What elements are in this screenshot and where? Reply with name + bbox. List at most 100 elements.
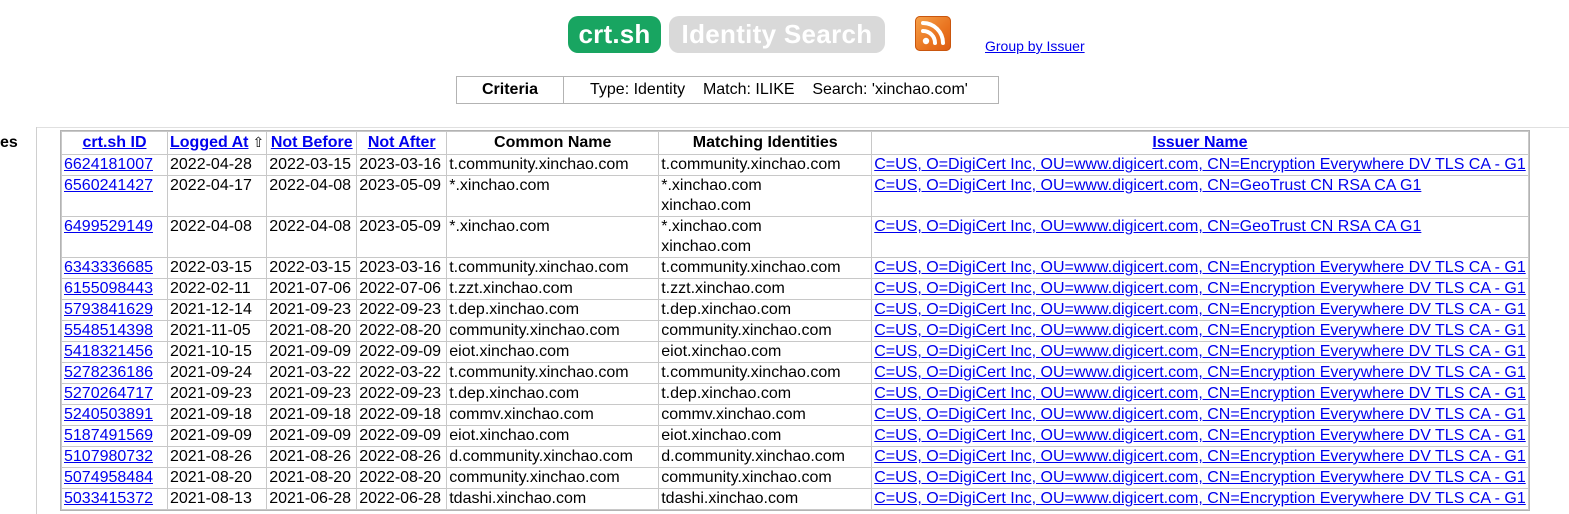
certificate-id-link[interactable]: 5107980732 xyxy=(64,448,153,465)
cell-logged-at: 2022-04-17 xyxy=(166,175,268,217)
certificate-id-link[interactable]: 6155098443 xyxy=(64,280,153,297)
matching-identity: eiot.xinchao.com xyxy=(661,427,782,444)
cell-crtsh-id: 5793841629 xyxy=(61,299,168,321)
cell-issuer-name: C=US, O=DigiCert Inc, OU=www.digicert.co… xyxy=(871,257,1529,279)
cell-crtsh-id: 5033415372 xyxy=(61,488,168,510)
certificate-id-link[interactable]: 5240503891 xyxy=(64,406,153,423)
issuer-link[interactable]: C=US, O=DigiCert Inc, OU=www.digicert.co… xyxy=(874,364,1525,381)
table-header-row: crt.sh ID Logged At ⇧ Not Before Not Afte… xyxy=(61,131,1529,155)
cell-logged-at: 2022-02-11 xyxy=(166,278,268,300)
cell-matching-identities: t.community.xinchao.com xyxy=(658,154,873,176)
cell-not-before: 2022-03-15 xyxy=(266,257,358,279)
cell-crtsh-id: 6560241427 xyxy=(61,175,168,217)
cell-not-after: 2022-03-22 xyxy=(356,362,448,384)
issuer-link[interactable]: C=US, O=DigiCert Inc, OU=www.digicert.co… xyxy=(874,301,1525,318)
issuer-link[interactable]: C=US, O=DigiCert Inc, OU=www.digicert.co… xyxy=(874,322,1525,339)
sort-by-issuer-link[interactable]: Issuer Name xyxy=(1152,134,1247,151)
cell-crtsh-id: 5240503891 xyxy=(61,404,168,426)
certificate-id-link[interactable]: 5548514398 xyxy=(64,322,153,339)
cell-not-before: 2021-09-23 xyxy=(266,299,358,321)
issuer-link[interactable]: C=US, O=DigiCert Inc, OU=www.digicert.co… xyxy=(874,385,1525,402)
certificate-id-link[interactable]: 5278236186 xyxy=(64,364,153,381)
cell-logged-at: 2021-10-15 xyxy=(166,341,268,363)
sort-by-id-link[interactable]: crt.sh ID xyxy=(82,134,146,151)
issuer-link[interactable]: C=US, O=DigiCert Inc, OU=www.digicert.co… xyxy=(874,177,1421,194)
issuer-link[interactable]: C=US, O=DigiCert Inc, OU=www.digicert.co… xyxy=(874,448,1525,465)
cell-common-name: *.xinchao.com xyxy=(446,216,660,258)
cell-not-after: 2022-08-26 xyxy=(356,446,448,468)
cell-logged-at: 2021-09-18 xyxy=(166,404,268,426)
issuer-link[interactable]: C=US, O=DigiCert Inc, OU=www.digicert.co… xyxy=(874,280,1525,297)
cell-not-before: 2021-09-23 xyxy=(266,383,358,405)
certificate-id-link[interactable]: 6343336685 xyxy=(64,259,153,276)
certificate-id-link[interactable]: 5074958484 xyxy=(64,469,153,486)
cell-matching-identities: tdashi.xinchao.com xyxy=(658,488,873,510)
sort-by-not-after-link[interactable]: Not After xyxy=(368,134,436,151)
cell-matching-identities: t.community.xinchao.com xyxy=(658,362,873,384)
crtsh-page: crt.sh Identity Search Group by Issuer C… xyxy=(0,0,1569,514)
cell-crtsh-id: 6499529149 xyxy=(61,216,168,258)
cell-matching-identities: community.xinchao.com xyxy=(658,320,873,342)
cell-not-after: 2022-07-06 xyxy=(356,278,448,300)
table-row: 5418321456 2021-10-15 2021-09-09 2022-09-09… xyxy=(61,341,1529,363)
certificate-id-link[interactable]: 5033415372 xyxy=(64,490,153,507)
table-row: 6155098443 2022-02-11 2021-07-06 2022-07-06… xyxy=(61,278,1529,300)
cell-common-name: commv.xinchao.com xyxy=(446,404,660,426)
cell-crtsh-id: 5418321456 xyxy=(61,341,168,363)
cell-issuer-name: C=US, O=DigiCert Inc, OU=www.digicert.co… xyxy=(871,362,1529,384)
issuer-link[interactable]: C=US, O=DigiCert Inc, OU=www.digicert.co… xyxy=(874,427,1525,444)
table-row: 5548514398 2021-11-05 2021-08-20 2022-08-20… xyxy=(61,320,1529,342)
cell-not-before: 2022-04-08 xyxy=(266,175,358,217)
certificate-id-link[interactable]: 6499529149 xyxy=(64,218,153,235)
cell-matching-identities: commv.xinchao.com xyxy=(658,404,873,426)
cell-issuer-name: C=US, O=DigiCert Inc, OU=www.digicert.co… xyxy=(871,175,1529,217)
header-not-before: Not Before xyxy=(266,131,358,155)
page-subtitle: Identity Search xyxy=(669,16,885,53)
cell-not-after: 2022-08-20 xyxy=(356,320,448,342)
header-logged-at: Logged At ⇧ xyxy=(166,131,268,155)
crtsh-home-logo[interactable]: crt.sh xyxy=(568,16,661,53)
cell-common-name: eiot.xinchao.com xyxy=(446,341,660,363)
group-by-issuer-link[interactable]: Group by Issuer xyxy=(985,38,1085,54)
issuer-link[interactable]: C=US, O=DigiCert Inc, OU=www.digicert.co… xyxy=(874,218,1421,235)
sort-by-not-before-link[interactable]: Not Before xyxy=(271,134,353,151)
certificate-id-link[interactable]: 5187491569 xyxy=(64,427,153,444)
cell-logged-at: 2022-04-08 xyxy=(166,216,268,258)
certificate-id-link[interactable]: 5793841629 xyxy=(64,301,153,318)
matching-identity: community.xinchao.com xyxy=(661,322,832,339)
criteria-text: Type: Identity Match: ILIKE Search: 'xin… xyxy=(590,81,968,98)
sort-by-logged-at-link[interactable]: Logged At xyxy=(170,134,249,151)
certificate-id-link[interactable]: 6624181007 xyxy=(64,156,153,173)
cell-matching-identities: eiot.xinchao.com xyxy=(658,341,873,363)
certificate-id-link[interactable]: 5270264717 xyxy=(64,385,153,402)
issuer-link[interactable]: C=US, O=DigiCert Inc, OU=www.digicert.co… xyxy=(874,469,1525,486)
table-row: 6343336685 2022-03-15 2022-03-15 2023-03-16… xyxy=(61,257,1529,279)
table-row: 5074958484 2021-08-20 2021-08-20 2022-08-20… xyxy=(61,467,1529,489)
cell-not-after: 2022-09-23 xyxy=(356,299,448,321)
cell-common-name: t.dep.xinchao.com xyxy=(446,383,660,405)
cell-common-name: d.community.xinchao.com xyxy=(446,446,660,468)
column-divider xyxy=(36,127,37,514)
rss-feed-icon[interactable] xyxy=(915,16,951,51)
cell-matching-identities: t.zzt.xinchao.com xyxy=(658,278,873,300)
cell-logged-at: 2021-12-14 xyxy=(166,299,268,321)
matching-identity: community.xinchao.com xyxy=(661,469,832,486)
issuer-link[interactable]: C=US, O=DigiCert Inc, OU=www.digicert.co… xyxy=(874,406,1525,423)
matching-identity: t.community.xinchao.com xyxy=(661,364,841,381)
cell-crtsh-id: 5187491569 xyxy=(61,425,168,447)
cell-not-after: 2022-06-28 xyxy=(356,488,448,510)
cell-matching-identities: t.community.xinchao.com xyxy=(658,257,873,279)
issuer-link[interactable]: C=US, O=DigiCert Inc, OU=www.digicert.co… xyxy=(874,156,1525,173)
issuer-link[interactable]: C=US, O=DigiCert Inc, OU=www.digicert.co… xyxy=(874,343,1525,360)
matching-identity: t.dep.xinchao.com xyxy=(661,385,792,402)
cell-common-name: t.zzt.xinchao.com xyxy=(446,278,660,300)
cell-matching-identities: community.xinchao.com xyxy=(658,467,873,489)
certificate-id-link[interactable]: 5418321456 xyxy=(64,343,153,360)
certificate-id-link[interactable]: 6560241427 xyxy=(64,177,153,194)
issuer-link[interactable]: C=US, O=DigiCert Inc, OU=www.digicert.co… xyxy=(874,490,1525,507)
cell-not-after: 2022-09-23 xyxy=(356,383,448,405)
cell-common-name: t.community.xinchao.com xyxy=(446,257,660,279)
cell-not-after: 2023-05-09 xyxy=(356,175,448,217)
issuer-link[interactable]: C=US, O=DigiCert Inc, OU=www.digicert.co… xyxy=(874,259,1525,276)
cell-not-before: 2021-09-09 xyxy=(266,341,358,363)
